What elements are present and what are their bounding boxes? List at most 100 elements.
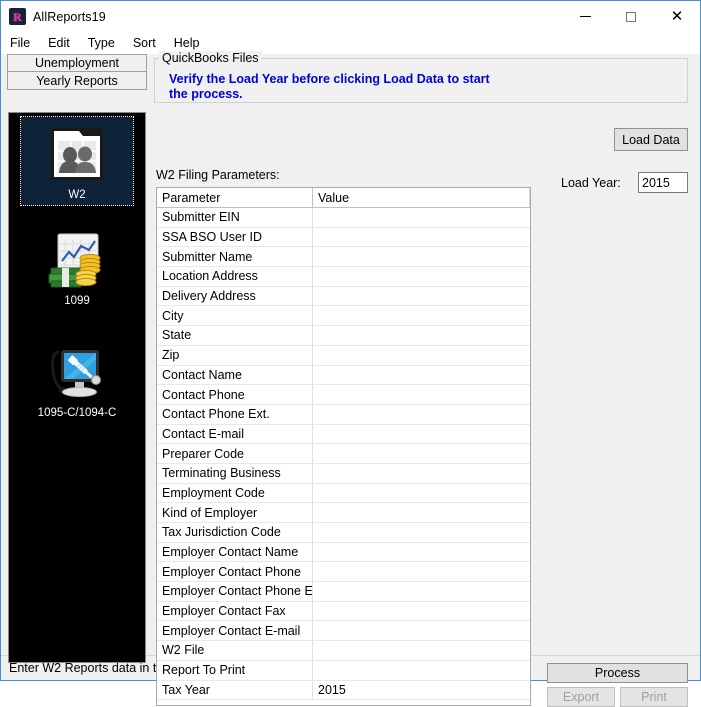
filing-parameters-label: W2 Filing Parameters: — [156, 168, 280, 182]
table-row[interactable]: Zip — [157, 345, 530, 366]
parameter-value-cell[interactable] — [312, 561, 530, 583]
load-year-label: Load Year: — [561, 176, 621, 190]
parameter-value-cell[interactable]: 2015 — [312, 680, 530, 701]
parameter-name-cell: City — [157, 305, 313, 327]
title-bar: R AllReports19 ✕ — [1, 1, 700, 32]
table-row[interactable]: SSA BSO User ID — [157, 227, 530, 248]
parameter-value-cell[interactable] — [312, 542, 530, 563]
parameter-value-cell[interactable] — [312, 620, 530, 642]
verify-load-year-notice: Verify the Load Year before clicking Loa… — [169, 72, 490, 101]
parameter-value-cell[interactable] — [312, 286, 530, 307]
tab-yearly-reports[interactable]: Yearly Reports — [7, 72, 147, 90]
menu-item-sort[interactable]: Sort — [133, 34, 166, 52]
table-row[interactable]: Employer Contact Phone — [157, 561, 530, 583]
minimize-button[interactable] — [562, 1, 608, 32]
parameter-value-cell[interactable] — [312, 325, 530, 346]
filing-parameters-table[interactable]: Parameter Value Submitter EIN SSA BSO User … — [156, 187, 531, 706]
report-icon-label-1099: 1099 — [64, 295, 90, 307]
export-button: Export — [547, 687, 615, 707]
column-header-value[interactable]: Value — [312, 188, 530, 208]
application-window: R AllReports19 ✕ File Edit Type Sort Hel… — [0, 0, 701, 707]
menu-item-help[interactable]: Help — [174, 34, 210, 52]
report-category-tabs: Unemployment Yearly Reports — [7, 54, 147, 90]
main-content-area: Unemployment Yearly Reports W2 1099 1095… — [1, 51, 700, 707]
parameter-value-cell[interactable] — [312, 463, 530, 484]
parameter-name-cell: Employer Contact E-mail — [157, 620, 313, 642]
parameter-name-cell: Report To Print — [157, 660, 313, 681]
parameter-name-cell: Employer Contact Phone — [157, 561, 313, 583]
parameter-value-cell[interactable] — [312, 502, 530, 523]
menu-item-file[interactable]: File — [10, 34, 40, 52]
table-row[interactable]: Kind of Employer — [157, 502, 530, 523]
parameter-value-cell[interactable] — [312, 266, 530, 287]
parameter-name-cell: State — [157, 325, 313, 346]
table-row[interactable]: City — [157, 305, 530, 327]
process-button[interactable]: Process — [547, 663, 688, 683]
parameter-value-cell[interactable] — [312, 384, 530, 405]
parameter-value-cell[interactable] — [312, 660, 530, 681]
parameter-value-cell[interactable] — [312, 227, 530, 248]
money-chart-coins-icon — [45, 228, 109, 292]
table-row[interactable]: Employer Contact Phone Ext. — [157, 581, 530, 602]
table-row[interactable]: Contact Name — [157, 365, 530, 386]
parameter-value-cell[interactable] — [312, 601, 530, 622]
parameter-name-cell: Employer Contact Phone Ext. — [157, 581, 313, 602]
parameter-name-cell: Terminating Business — [157, 463, 313, 484]
table-row[interactable]: State — [157, 325, 530, 346]
parameter-value-cell[interactable] — [312, 365, 530, 386]
parameter-name-cell: Location Address — [157, 266, 313, 287]
column-header-parameter[interactable]: Parameter — [157, 188, 313, 208]
report-type-icon-panel[interactable]: W2 1099 1095-C/1094-C — [8, 112, 146, 663]
parameter-value-cell[interactable] — [312, 246, 530, 268]
close-button[interactable]: ✕ — [654, 1, 700, 32]
table-row[interactable]: Preparer Code — [157, 443, 530, 464]
parameter-name-cell: Delivery Address — [157, 286, 313, 307]
table-row[interactable]: Contact E-mail — [157, 424, 530, 445]
parameter-value-cell[interactable] — [312, 404, 530, 425]
parameter-value-cell[interactable] — [312, 345, 530, 366]
parameter-value-cell[interactable] — [312, 443, 530, 464]
tab-unemployment[interactable]: Unemployment — [7, 54, 147, 72]
parameter-value-cell[interactable] — [312, 522, 530, 543]
table-row[interactable]: Employer Contact Name — [157, 542, 530, 563]
table-row[interactable]: W2 File — [157, 640, 530, 661]
parameter-value-cell[interactable] — [312, 207, 530, 228]
parameter-value-cell[interactable] — [312, 581, 530, 602]
table-row[interactable]: Contact Phone Ext. — [157, 404, 530, 425]
load-year-input[interactable] — [638, 172, 688, 193]
report-icon-1099[interactable]: 1099 — [21, 223, 133, 311]
parameter-name-cell: Submitter Name — [157, 246, 313, 268]
parameter-value-cell[interactable] — [312, 424, 530, 445]
parameter-value-cell[interactable] — [312, 305, 530, 327]
table-row[interactable]: Employer Contact E-mail — [157, 620, 530, 642]
window-controls: ✕ — [562, 1, 700, 32]
table-row[interactable]: Contact Phone — [157, 384, 530, 405]
quickbooks-files-title: QuickBooks Files — [159, 51, 262, 65]
table-row[interactable]: Report To Print — [157, 660, 530, 681]
table-row[interactable]: Terminating Business — [157, 463, 530, 484]
table-row[interactable]: Submitter EIN — [157, 207, 530, 228]
maximize-button[interactable] — [608, 1, 654, 32]
report-icon-w2[interactable]: W2 — [20, 116, 134, 206]
table-row[interactable]: Tax Year 2015 — [157, 680, 530, 701]
table-row[interactable]: Delivery Address — [157, 286, 530, 307]
parameter-name-cell: Contact Name — [157, 365, 313, 386]
report-icon-1095c-1094c[interactable]: 1095-C/1094-C — [21, 335, 133, 423]
parameter-name-cell: Employer Contact Name — [157, 542, 313, 563]
table-row[interactable]: Tax Jurisdiction Code — [157, 522, 530, 543]
load-data-button[interactable]: Load Data — [614, 128, 688, 151]
table-row[interactable]: Submitter Name — [157, 246, 530, 268]
parameter-value-cell[interactable] — [312, 483, 530, 504]
table-row[interactable]: Employment Code — [157, 483, 530, 504]
parameter-name-cell: Contact Phone Ext. — [157, 404, 313, 425]
menu-item-type[interactable]: Type — [88, 34, 125, 52]
table-row[interactable]: Location Address — [157, 266, 530, 287]
table-row[interactable]: Employer Contact Fax — [157, 601, 530, 622]
parameter-value-cell[interactable] — [312, 640, 530, 661]
menu-bar: File Edit Type Sort Help — [1, 32, 700, 54]
menu-item-edit[interactable]: Edit — [48, 34, 80, 52]
parameter-name-cell: Submitter EIN — [157, 207, 313, 228]
report-icon-label-w2: W2 — [68, 189, 86, 201]
parameter-name-cell: Tax Jurisdiction Code — [157, 522, 313, 543]
window-title: AllReports19 — [33, 9, 106, 24]
